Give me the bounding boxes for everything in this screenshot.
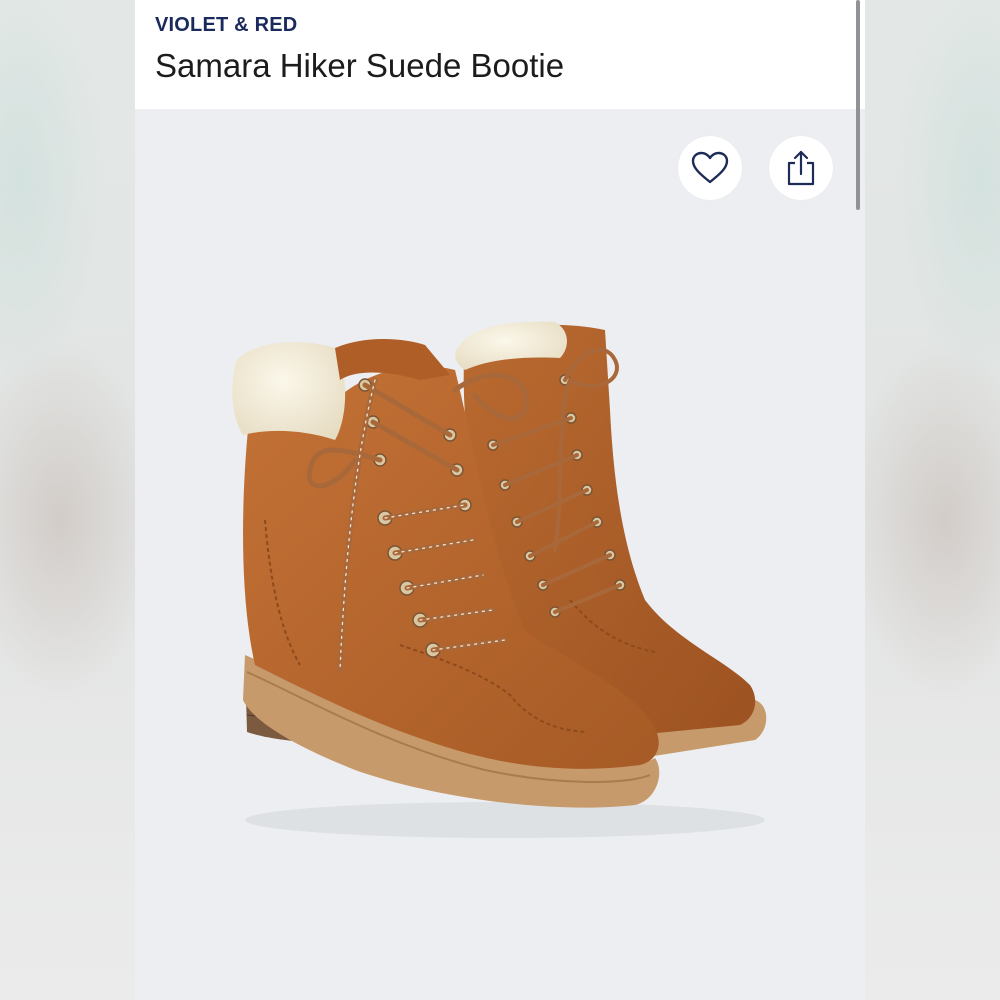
product-header: VIOLET & RED Samara Hiker Suede Bootie — [135, 0, 865, 109]
share-button[interactable] — [769, 136, 833, 200]
product-title: Samara Hiker Suede Bootie — [155, 47, 565, 84]
favorite-button[interactable] — [678, 136, 742, 200]
heart-outline-icon — [691, 151, 729, 184]
product-photo — [232, 321, 767, 838]
product-page: VIOLET & RED Samara Hiker Suede Bootie — [135, 0, 865, 1000]
brand-name[interactable]: VIOLET & RED — [155, 14, 297, 37]
boot-shadow — [245, 802, 765, 838]
share-up-arrow-icon — [787, 150, 815, 186]
scrollbar[interactable] — [856, 0, 860, 210]
left-blurred-backdrop — [0, 0, 135, 1000]
right-blurred-backdrop — [865, 0, 1000, 1000]
